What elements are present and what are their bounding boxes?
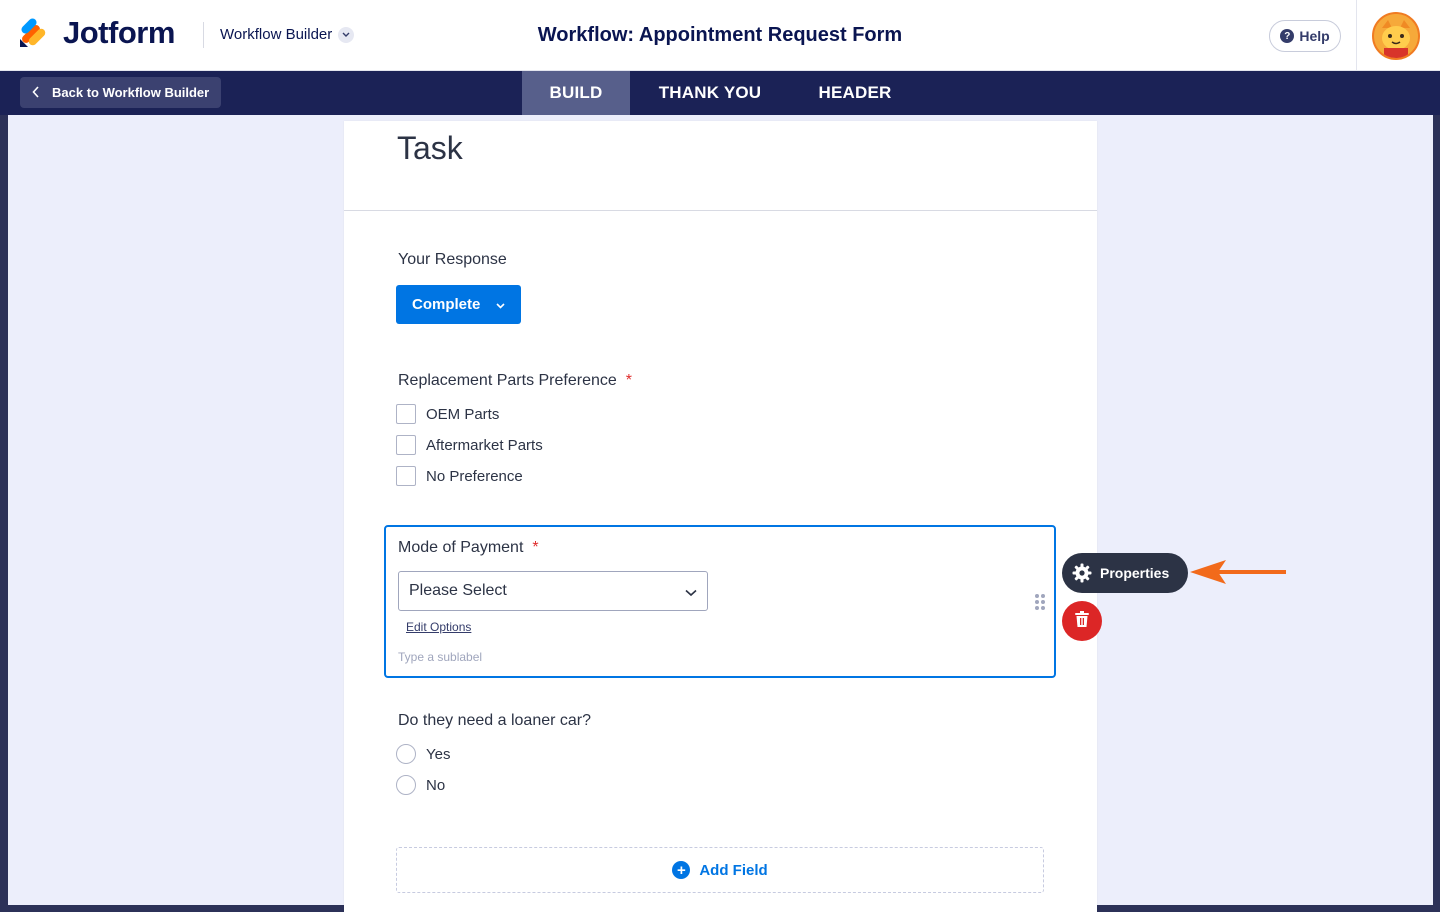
workflow-builder-menu[interactable]: Workflow Builder xyxy=(220,26,355,43)
payment-label[interactable]: Mode of Payment * xyxy=(398,539,539,557)
sublabel-input[interactable]: Type a sublabel xyxy=(398,650,482,664)
payment-select[interactable]: Please Select xyxy=(398,571,708,611)
checkbox[interactable] xyxy=(396,466,416,486)
loaner-label[interactable]: Do they need a loaner car? xyxy=(398,712,591,730)
payment-select-value: Please Select xyxy=(409,582,507,599)
radio-option[interactable]: No xyxy=(396,775,445,795)
help-label: Help xyxy=(1299,28,1330,44)
radio-button[interactable] xyxy=(396,744,416,764)
chevron-down-icon xyxy=(685,584,697,602)
form-card: Task Your Response Complete Replacement … xyxy=(344,121,1097,912)
checkbox-option[interactable]: No Preference xyxy=(396,466,523,486)
response-label: Your Response xyxy=(398,251,507,268)
properties-button[interactable]: Properties xyxy=(1062,553,1188,593)
help-button[interactable]: ? Help xyxy=(1269,20,1341,52)
checkbox[interactable] xyxy=(396,404,416,424)
parts-label-text: Replacement Parts Preference xyxy=(398,372,617,389)
chevron-down-icon xyxy=(496,296,505,313)
radio-option[interactable]: Yes xyxy=(396,744,450,764)
checkbox-label: Aftermarket Parts xyxy=(426,436,543,454)
jotform-logo-icon xyxy=(18,17,50,49)
edit-options-link[interactable]: Edit Options xyxy=(406,620,471,634)
gear-icon xyxy=(1072,563,1092,583)
brand-name: Jotform xyxy=(63,15,175,50)
header-divider xyxy=(203,22,204,48)
workflow-builder-label: Workflow Builder xyxy=(220,26,333,43)
payment-label-text: Mode of Payment xyxy=(398,539,524,556)
tab-thank-you[interactable]: THANK YOU xyxy=(640,71,780,115)
nav-bar: Back to Workflow Builder BUILD THANK YOU… xyxy=(0,71,1440,115)
payment-field-selected[interactable]: Mode of Payment * Please Select Edit Opti… xyxy=(384,525,1056,678)
annotation-arrow-icon xyxy=(1188,560,1288,591)
tab-build[interactable]: BUILD xyxy=(522,71,630,115)
task-title[interactable]: Task xyxy=(397,130,463,167)
checkbox-option[interactable]: Aftermarket Parts xyxy=(396,435,543,455)
radio-button[interactable] xyxy=(396,775,416,795)
radio-label: Yes xyxy=(426,745,451,763)
add-field-button[interactable]: + Add Field xyxy=(396,847,1044,893)
help-icon: ? xyxy=(1280,29,1295,43)
tab-header[interactable]: HEADER xyxy=(800,71,910,115)
avatar[interactable] xyxy=(1372,12,1420,60)
checkbox-label: No Preference xyxy=(426,467,523,485)
back-to-workflow-builder-button[interactable]: Back to Workflow Builder xyxy=(20,77,221,108)
trash-icon xyxy=(1075,610,1089,632)
required-mark: * xyxy=(625,372,633,389)
checkbox-option[interactable]: OEM Parts xyxy=(396,404,499,424)
radio-label: No xyxy=(426,776,446,794)
delete-field-button[interactable] xyxy=(1062,601,1102,641)
required-mark: * xyxy=(532,539,539,556)
jotform-logo[interactable]: Jotform xyxy=(18,15,175,50)
chevron-down-icon xyxy=(338,26,355,43)
checkbox-label: OEM Parts xyxy=(426,405,500,423)
page-title: Workflow: Appointment Request Form xyxy=(537,24,903,46)
complete-dropdown-button[interactable]: Complete xyxy=(396,285,521,324)
top-bar: Jotform Workflow Builder Workflow: Appoi… xyxy=(0,0,1440,71)
back-label: Back to Workflow Builder xyxy=(52,85,210,100)
task-header: Task xyxy=(344,121,1097,211)
drag-handle-icon[interactable] xyxy=(1034,593,1046,611)
plus-icon: + xyxy=(672,861,691,879)
page-title-wrap: Workflow: Appointment Request Form xyxy=(0,24,1440,47)
header-divider-right xyxy=(1356,0,1357,71)
chevron-left-icon xyxy=(32,85,40,101)
parts-label[interactable]: Replacement Parts Preference * xyxy=(398,372,632,390)
checkbox[interactable] xyxy=(396,435,416,455)
properties-label: Properties xyxy=(1100,565,1170,581)
add-field-label: Add Field xyxy=(699,861,768,879)
complete-label: Complete xyxy=(412,296,481,313)
